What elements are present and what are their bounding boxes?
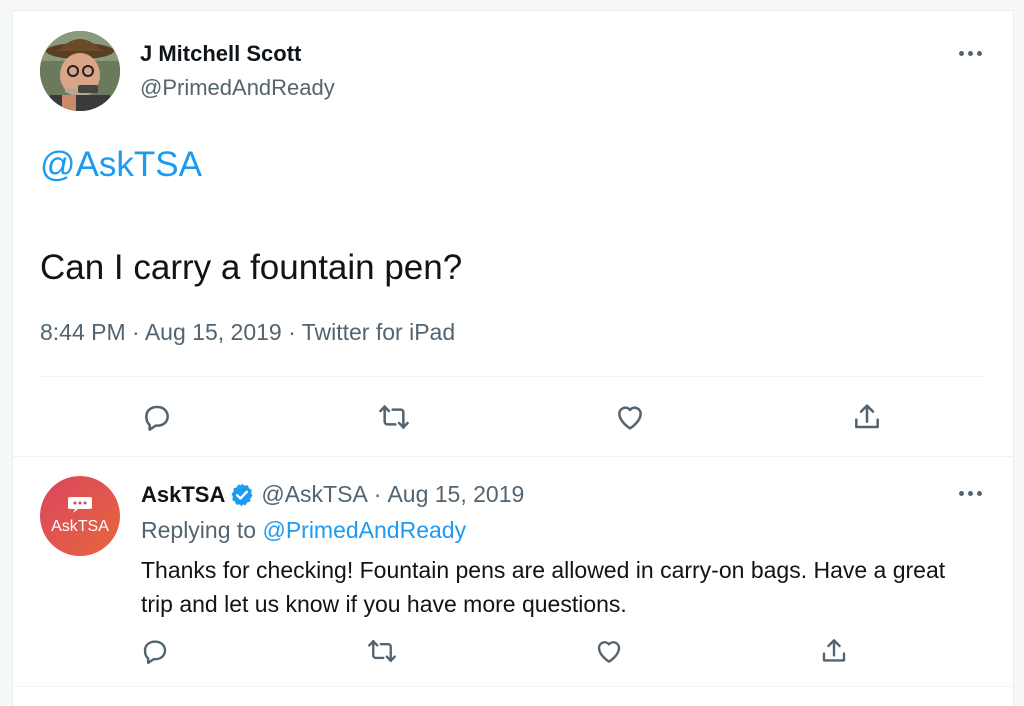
tweet-text: Can I carry a fountain pen? xyxy=(40,248,463,287)
reply-share-button[interactable] xyxy=(813,630,855,672)
more-dots-icon xyxy=(958,490,964,496)
tweet-meta: 8:44 PM · Aug 15, 2019 · Twitter for iPa… xyxy=(40,319,455,346)
divider xyxy=(13,686,1013,687)
reply-retweet-button[interactable] xyxy=(361,630,403,672)
like-icon xyxy=(618,406,642,430)
reply-author-handle[interactable]: @AskTSA xyxy=(261,481,367,508)
tweet-date[interactable]: Aug 15, 2019 xyxy=(145,319,282,345)
share-icon xyxy=(855,404,879,429)
more-dots-icon xyxy=(958,50,964,56)
tweet-mention[interactable]: @AskTSA xyxy=(40,145,202,185)
tweet-source[interactable]: Twitter for iPad xyxy=(302,319,455,345)
chat-bubble-icon xyxy=(68,497,92,513)
divider xyxy=(13,456,1013,457)
reply-text: Thanks for checking! Fountain pens are a… xyxy=(141,557,946,617)
reply-header: AskTSA @AskTSA · Aug 15, 2019 xyxy=(141,481,524,508)
meta-separator: · xyxy=(373,481,382,507)
reply-like-button[interactable] xyxy=(588,630,630,672)
author-avatar[interactable] xyxy=(40,31,120,111)
share-icon xyxy=(822,639,846,662)
tweet-time[interactable]: 8:44 PM xyxy=(40,319,126,345)
replying-prefix: Replying to xyxy=(141,517,257,543)
author-handle[interactable]: @PrimedAndReady xyxy=(140,75,335,101)
asktsa-avatar[interactable]: AskTSA xyxy=(40,476,120,556)
meta-separator: · xyxy=(288,319,296,345)
share-button[interactable] xyxy=(846,396,888,438)
retweet-icon xyxy=(368,639,396,663)
reply-icon xyxy=(143,640,167,665)
avatar-label: AskTSA xyxy=(51,518,109,535)
tweet-thread: J Mitchell Scott @PrimedAndReady @AskTSA… xyxy=(12,10,1014,706)
author-name[interactable]: J Mitchell Scott xyxy=(140,41,301,67)
reply-icon xyxy=(145,405,169,431)
verified-badge-icon xyxy=(231,483,253,506)
like-button[interactable] xyxy=(609,396,651,438)
retweet-icon xyxy=(379,405,409,429)
reply-reply-button[interactable] xyxy=(134,630,176,672)
replying-to-handle[interactable]: @PrimedAndReady xyxy=(262,517,466,543)
more-options-button[interactable] xyxy=(953,43,987,63)
person-photo-icon xyxy=(40,31,120,111)
reply-date[interactable]: Aug 15, 2019 xyxy=(387,481,524,508)
reply-more-options-button[interactable] xyxy=(953,483,987,503)
like-icon xyxy=(597,641,621,663)
retweet-button[interactable] xyxy=(373,396,415,438)
reply-author-name[interactable]: AskTSA xyxy=(141,482,225,508)
replying-to: Replying to @PrimedAndReady xyxy=(141,517,466,544)
meta-separator: · xyxy=(132,319,140,345)
reply-button[interactable] xyxy=(136,396,178,438)
divider xyxy=(40,376,986,377)
